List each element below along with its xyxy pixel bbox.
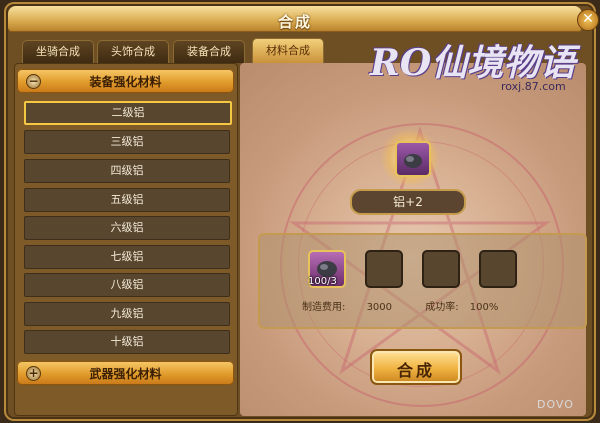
tab-materials[interactable]: 材料合成	[252, 38, 324, 63]
recipe-list: − 装备强化材料 二级铝 三级铝 四级铝 五级铝 六级铝 七级铝 八级铝 九级铝…	[14, 63, 238, 416]
craft-button[interactable]: 合成	[370, 349, 462, 385]
success-label: 成功率:	[425, 302, 459, 313]
materials-panel: 100/3	[258, 233, 587, 329]
cost-value: 3000	[366, 302, 393, 313]
tab-headwear[interactable]: 头饰合成	[97, 40, 169, 63]
cost-row: 制造费用: 3000 成功率: 100%	[302, 298, 498, 313]
tab-mount[interactable]: 坐骑合成	[22, 40, 94, 63]
cost-label: 制造费用:	[302, 302, 346, 313]
list-item[interactable]: 九级铝	[24, 302, 230, 326]
result-item-icon	[395, 141, 431, 177]
craft-button-label: 合成	[396, 361, 435, 380]
tab-equipment[interactable]: 装备合成	[173, 40, 245, 63]
material-slot-1[interactable]: 100/3	[308, 250, 346, 288]
result-slot[interactable]	[381, 129, 439, 187]
game-logo: RO仙境物语 roxj.87.com	[368, 28, 590, 102]
category-weapon-enhance[interactable]: + 武器强化材料	[17, 361, 234, 385]
material-slot-3[interactable]	[422, 250, 460, 288]
category-equip-enhance[interactable]: − 装备强化材料	[17, 69, 234, 93]
list-item[interactable]: 二级铝	[24, 101, 232, 125]
list-item[interactable]: 五级铝	[24, 188, 230, 212]
watermark: DOVO	[537, 398, 574, 411]
category-label: 武器强化材料	[89, 367, 162, 381]
list-item[interactable]: 四级铝	[24, 159, 230, 183]
list-item[interactable]: 八级铝	[24, 273, 230, 297]
category-label: 装备强化材料	[89, 75, 162, 89]
logo-text: RO仙境物语	[370, 42, 576, 84]
material-slot-2[interactable]	[365, 250, 403, 288]
list-item[interactable]: 三级铝	[24, 130, 230, 154]
list-item[interactable]: 七级铝	[24, 245, 230, 269]
logo-site: roxj.87.com	[501, 80, 566, 93]
material-count: 100/3	[308, 276, 337, 287]
list-item[interactable]: 六级铝	[24, 216, 230, 240]
success-value: 100%	[469, 302, 499, 313]
list-item[interactable]: 十级铝	[24, 330, 230, 354]
result-name: 铝+2	[350, 189, 466, 215]
material-slot-4[interactable]	[479, 250, 517, 288]
ore-icon	[404, 154, 422, 168]
